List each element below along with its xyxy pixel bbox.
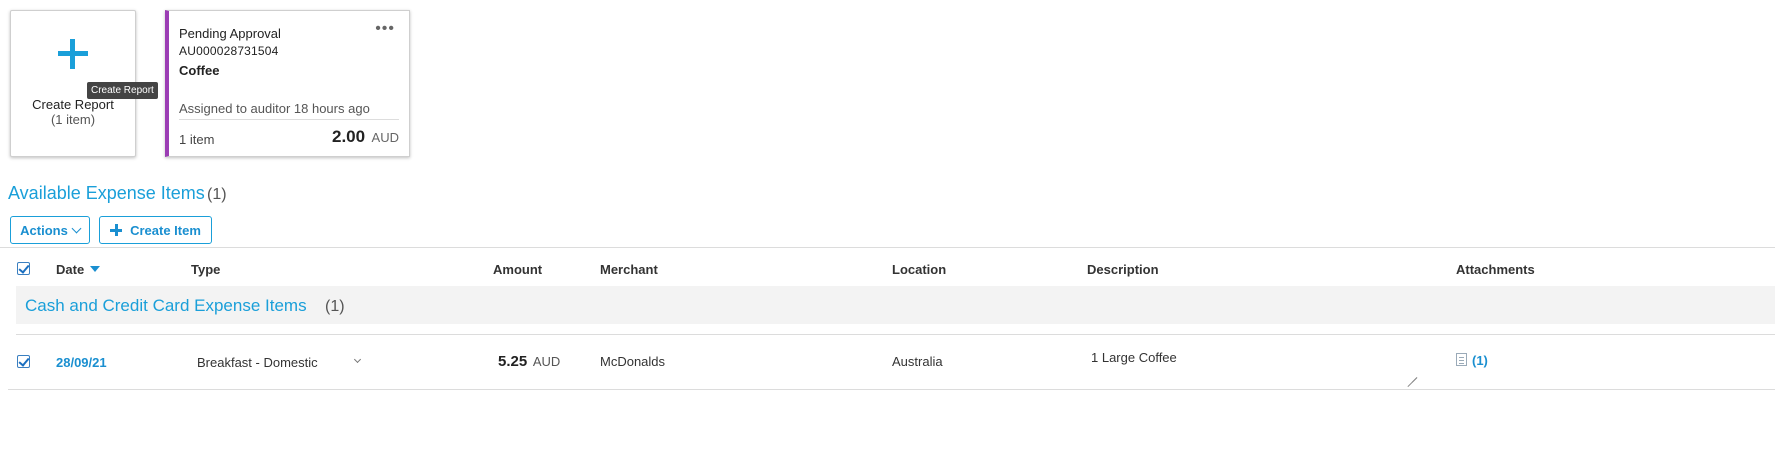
row-amount-value: 5.25 — [498, 353, 528, 370]
row-amount: 5.25 AUD — [498, 353, 560, 370]
chevron-down-icon[interactable] — [353, 355, 362, 364]
report-id: AU000028731504 — [179, 44, 279, 58]
actions-button-label: Actions — [20, 222, 68, 238]
report-assigned-text: Assigned to auditor 18 hours ago — [179, 101, 370, 116]
column-header-amount[interactable]: Amount — [493, 262, 542, 277]
create-report-tooltip: Create Report — [87, 82, 158, 99]
row-bottom-divider — [8, 389, 1775, 390]
plus-icon — [110, 224, 123, 236]
column-header-date[interactable]: Date — [56, 262, 84, 277]
column-header-description[interactable]: Description — [1087, 262, 1159, 277]
group-count: (1) — [325, 298, 345, 315]
table-top-divider — [0, 247, 1775, 248]
report-status: Pending Approval — [179, 26, 281, 41]
report-card-divider — [179, 119, 399, 120]
section-title[interactable]: Available Expense Items — [8, 183, 205, 204]
chevron-down-icon — [71, 223, 82, 233]
row-date-link[interactable]: 28/09/21 — [56, 355, 107, 370]
report-card[interactable]: Pending Approval AU000028731504 Coffee •… — [165, 10, 410, 157]
report-amount-value: 2.00 — [332, 127, 366, 146]
report-item-count: 1 item — [179, 132, 215, 147]
actions-button[interactable]: Actions — [10, 216, 90, 244]
row-amount-currency: AUD — [532, 354, 561, 369]
plus-icon — [58, 39, 88, 69]
group-title[interactable]: Cash and Credit Card Expense Items — [25, 296, 307, 316]
row-merchant: McDonalds — [600, 354, 666, 369]
create-item-button[interactable]: Create Item — [99, 216, 212, 244]
column-header-merchant[interactable]: Merchant — [600, 262, 658, 277]
row-type[interactable]: Breakfast - Domestic — [197, 355, 318, 370]
row-location: Australia — [892, 354, 943, 369]
row-checkbox[interactable] — [17, 355, 30, 368]
resize-handle-icon[interactable] — [1405, 368, 1417, 378]
select-all-checkbox[interactable] — [17, 262, 30, 275]
create-report-title: Create Report — [32, 97, 114, 112]
column-header-attachments[interactable]: Attachments — [1456, 262, 1535, 277]
create-report-item-count: (1 item) — [50, 112, 96, 127]
row-description[interactable]: 1 Large Coffee — [1091, 350, 1177, 365]
report-amount-currency: AUD — [371, 130, 399, 145]
sort-descending-icon[interactable] — [90, 266, 100, 272]
column-header-location[interactable]: Location — [892, 262, 946, 277]
document-icon[interactable] — [1456, 353, 1467, 366]
section-count: (1) — [207, 186, 227, 203]
report-amount: 2.00 AUD — [332, 127, 399, 147]
column-header-type[interactable]: Type — [191, 262, 220, 277]
create-item-button-label: Create Item — [130, 222, 201, 238]
row-attachments-link[interactable]: (1) — [1472, 353, 1488, 368]
group-divider — [16, 334, 1775, 335]
report-name: Coffee — [179, 63, 220, 78]
more-options-icon[interactable]: ••• — [375, 21, 395, 37]
